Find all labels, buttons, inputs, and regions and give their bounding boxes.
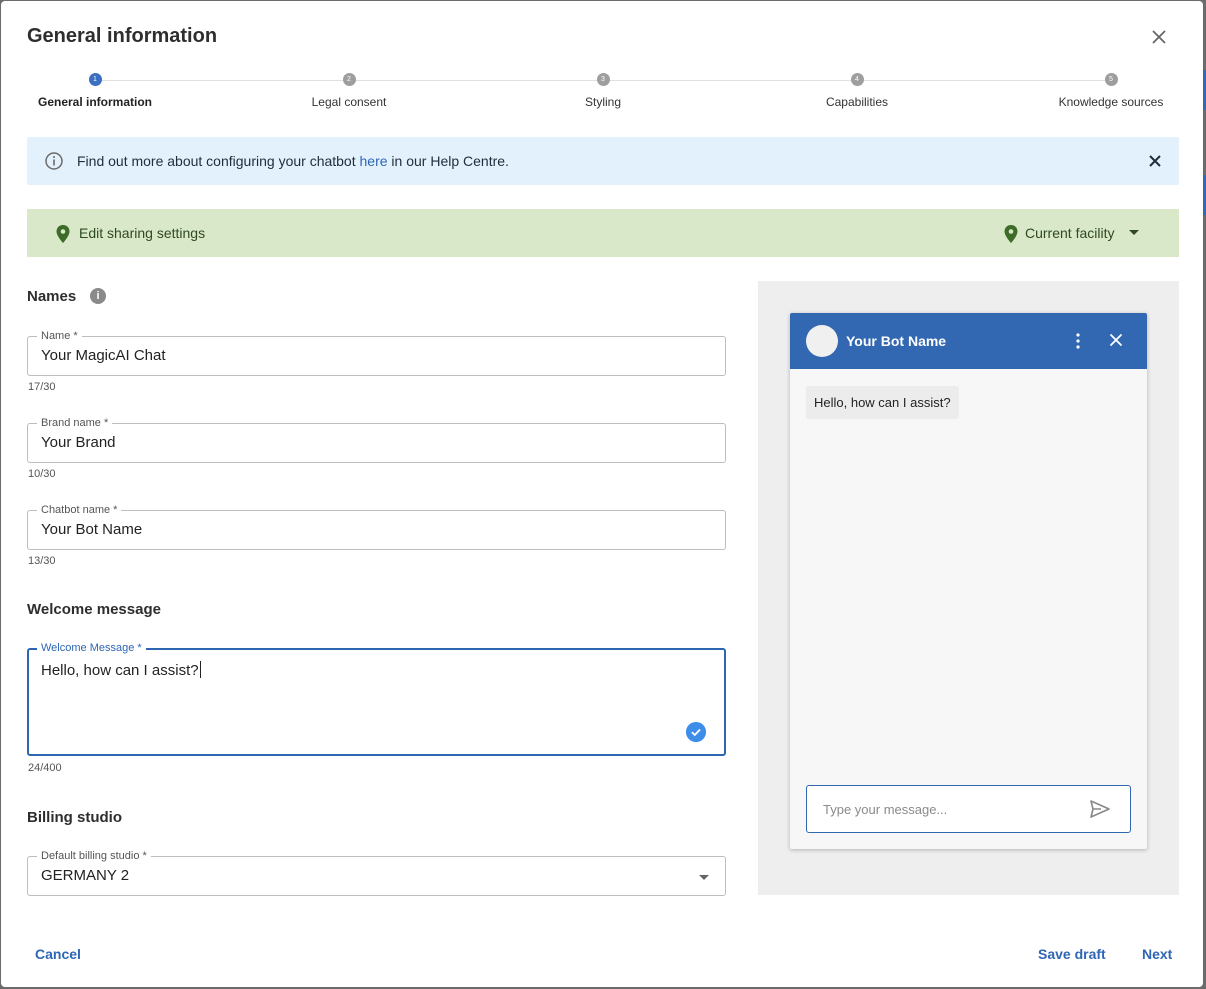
next-button[interactable]: Next <box>1142 946 1172 962</box>
step-styling[interactable]: 3 Styling <box>523 71 683 109</box>
welcome-message-field-label: Welcome Message * <box>37 641 146 655</box>
welcome-message-text: Hello, how can I assist? <box>41 662 199 679</box>
chatbot-name-field[interactable]: Chatbot name * Your Bot Name <box>27 503 726 550</box>
step-label: Styling <box>584 95 622 109</box>
chat-preview-window: Your Bot Name Hello, how can I assist? T… <box>790 313 1147 849</box>
close-icon[interactable] <box>1109 333 1123 347</box>
chevron-down-icon[interactable] <box>699 875 709 880</box>
chevron-down-icon[interactable] <box>1129 230 1139 235</box>
name-field-label: Name * <box>37 329 82 343</box>
send-icon[interactable] <box>1090 800 1110 818</box>
chat-header: Your Bot Name <box>790 313 1147 369</box>
location-pin-icon <box>56 225 70 243</box>
info-banner: Find out more about configuring your cha… <box>27 137 1179 185</box>
brand-name-char-counter: 10/30 <box>28 468 56 480</box>
name-char-counter: 17/30 <box>28 381 56 393</box>
more-vert-icon[interactable] <box>1072 332 1084 350</box>
brand-name-field-label: Brand name * <box>37 416 113 430</box>
step-capabilities[interactable]: 4 Capabilities <box>777 71 937 109</box>
chat-preview-panel: Your Bot Name Hello, how can I assist? T… <box>758 281 1179 895</box>
billing-studio-value: GERMANY 2 <box>41 867 130 884</box>
step-label: General information <box>37 95 153 109</box>
info-text-before: Find out more about configuring your cha… <box>77 153 360 169</box>
step-knowledge-sources[interactable]: 5 Knowledge sources <box>1031 71 1191 109</box>
chatbot-name-field-label: Chatbot name * <box>37 503 122 517</box>
check-circle-icon <box>686 722 706 742</box>
chat-message-input[interactable]: Type your message... <box>806 785 1131 833</box>
save-draft-button[interactable]: Save draft <box>1038 946 1106 962</box>
billing-studio-select[interactable]: Default billing studio * GERMANY 2 <box>27 849 726 896</box>
step-label: Capabilities <box>825 95 889 109</box>
dialog: General information 1 General informatio… <box>1 1 1203 987</box>
step-label: Knowledge sources <box>1058 95 1164 109</box>
text-cursor <box>199 661 201 678</box>
step-number: 2 <box>342 73 356 86</box>
welcome-message-value[interactable]: Hello, how can I assist? <box>41 661 201 679</box>
chat-bot-name: Your Bot Name <box>846 333 947 349</box>
chat-message-bubble: Hello, how can I assist? <box>806 386 959 419</box>
sharing-banner: Edit sharing settings Current facility <box>27 209 1179 257</box>
welcome-message-char-counter: 24/400 <box>28 762 62 774</box>
info-banner-text: Find out more about configuring your cha… <box>77 153 509 169</box>
close-icon[interactable] <box>1147 153 1163 169</box>
welcome-message-field[interactable]: Welcome Message * Hello, how can I assis… <box>27 641 726 756</box>
welcome-section-title: Welcome message <box>27 601 161 618</box>
name-field-value[interactable]: Your MagicAI Chat <box>41 347 166 364</box>
location-pin-icon <box>1004 225 1018 243</box>
close-icon[interactable] <box>1148 26 1170 48</box>
chat-input-placeholder: Type your message... <box>823 802 948 817</box>
step-number: 3 <box>596 73 610 86</box>
dialog-title: General information <box>27 25 218 47</box>
avatar <box>806 325 838 357</box>
help-icon[interactable]: i <box>90 288 106 304</box>
chatbot-name-char-counter: 13/30 <box>28 555 56 567</box>
facility-selector[interactable]: Current facility <box>1025 225 1114 241</box>
cancel-button[interactable]: Cancel <box>35 946 81 962</box>
step-number: 5 <box>1104 73 1118 86</box>
brand-name-field[interactable]: Brand name * Your Brand <box>27 416 726 463</box>
step-number: 1 <box>88 73 102 86</box>
step-label: Legal consent <box>311 95 387 109</box>
names-section-title: Names <box>27 288 77 305</box>
edit-sharing-settings-link[interactable]: Edit sharing settings <box>79 225 205 241</box>
stepper: 1 General information 2 Legal consent 3 … <box>1 71 1203 121</box>
step-general-information[interactable]: 1 General information <box>15 71 175 109</box>
info-icon <box>45 152 63 170</box>
brand-name-field-value[interactable]: Your Brand <box>41 434 116 451</box>
info-text-after: in our Help Centre. <box>387 153 509 169</box>
billing-studio-label: Default billing studio * <box>37 849 151 863</box>
step-legal-consent[interactable]: 2 Legal consent <box>269 71 429 109</box>
chatbot-name-field-value[interactable]: Your Bot Name <box>41 521 142 538</box>
help-centre-link[interactable]: here <box>360 153 388 169</box>
step-number: 4 <box>850 73 864 86</box>
name-field[interactable]: Name * Your MagicAI Chat <box>27 329 726 376</box>
billing-section-title: Billing studio <box>27 809 122 826</box>
